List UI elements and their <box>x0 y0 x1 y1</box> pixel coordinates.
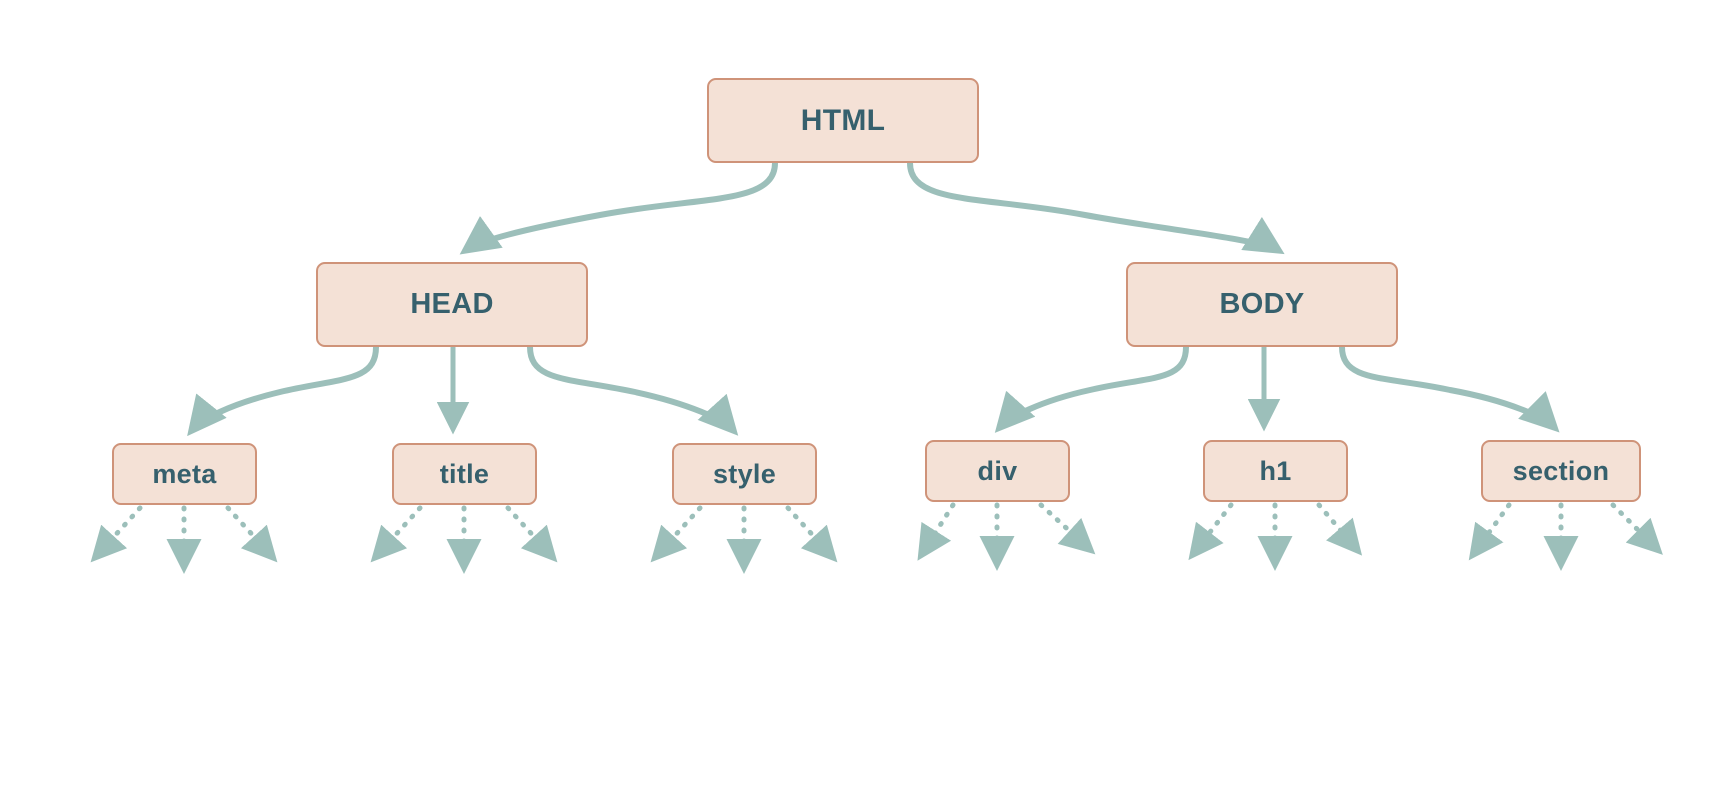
edge-html-body <box>907 160 1285 255</box>
node-meta-label: meta <box>152 458 217 489</box>
node-head[interactable]: HEAD <box>316 262 588 347</box>
edge-body-section <box>1339 344 1560 433</box>
node-h1-label: h1 <box>1259 455 1292 486</box>
node-style[interactable]: style <box>672 443 817 505</box>
dom-tree-diagram: HTML HEAD BODY meta title style div h1 s… <box>0 0 1734 785</box>
edge-head-style <box>527 344 739 436</box>
edge-body-div <box>994 344 1189 433</box>
node-body[interactable]: BODY <box>1126 262 1398 347</box>
node-head-label: HEAD <box>410 288 494 320</box>
node-style-label: style <box>712 458 777 489</box>
stub-group-title <box>370 505 558 574</box>
stub-group-div <box>917 502 1096 571</box>
stub-group-style <box>650 505 838 574</box>
node-meta[interactable]: meta <box>112 443 257 505</box>
node-h1[interactable]: h1 <box>1203 440 1348 502</box>
stub-group-h1 <box>1188 502 1363 571</box>
edge-html-head <box>459 160 778 255</box>
node-div-label: div <box>977 455 1018 486</box>
node-html-label: HTML <box>800 103 886 137</box>
node-div[interactable]: div <box>925 440 1070 502</box>
node-title[interactable]: title <box>392 443 537 505</box>
node-section-label: section <box>1512 455 1610 486</box>
node-section[interactable]: section <box>1481 440 1641 502</box>
edge-head-meta <box>187 344 379 437</box>
node-html[interactable]: HTML <box>707 78 979 163</box>
node-body-label: BODY <box>1219 288 1305 320</box>
stub-group-meta <box>90 505 278 574</box>
stub-group-section <box>1468 502 1663 571</box>
node-title-label: title <box>439 458 490 489</box>
